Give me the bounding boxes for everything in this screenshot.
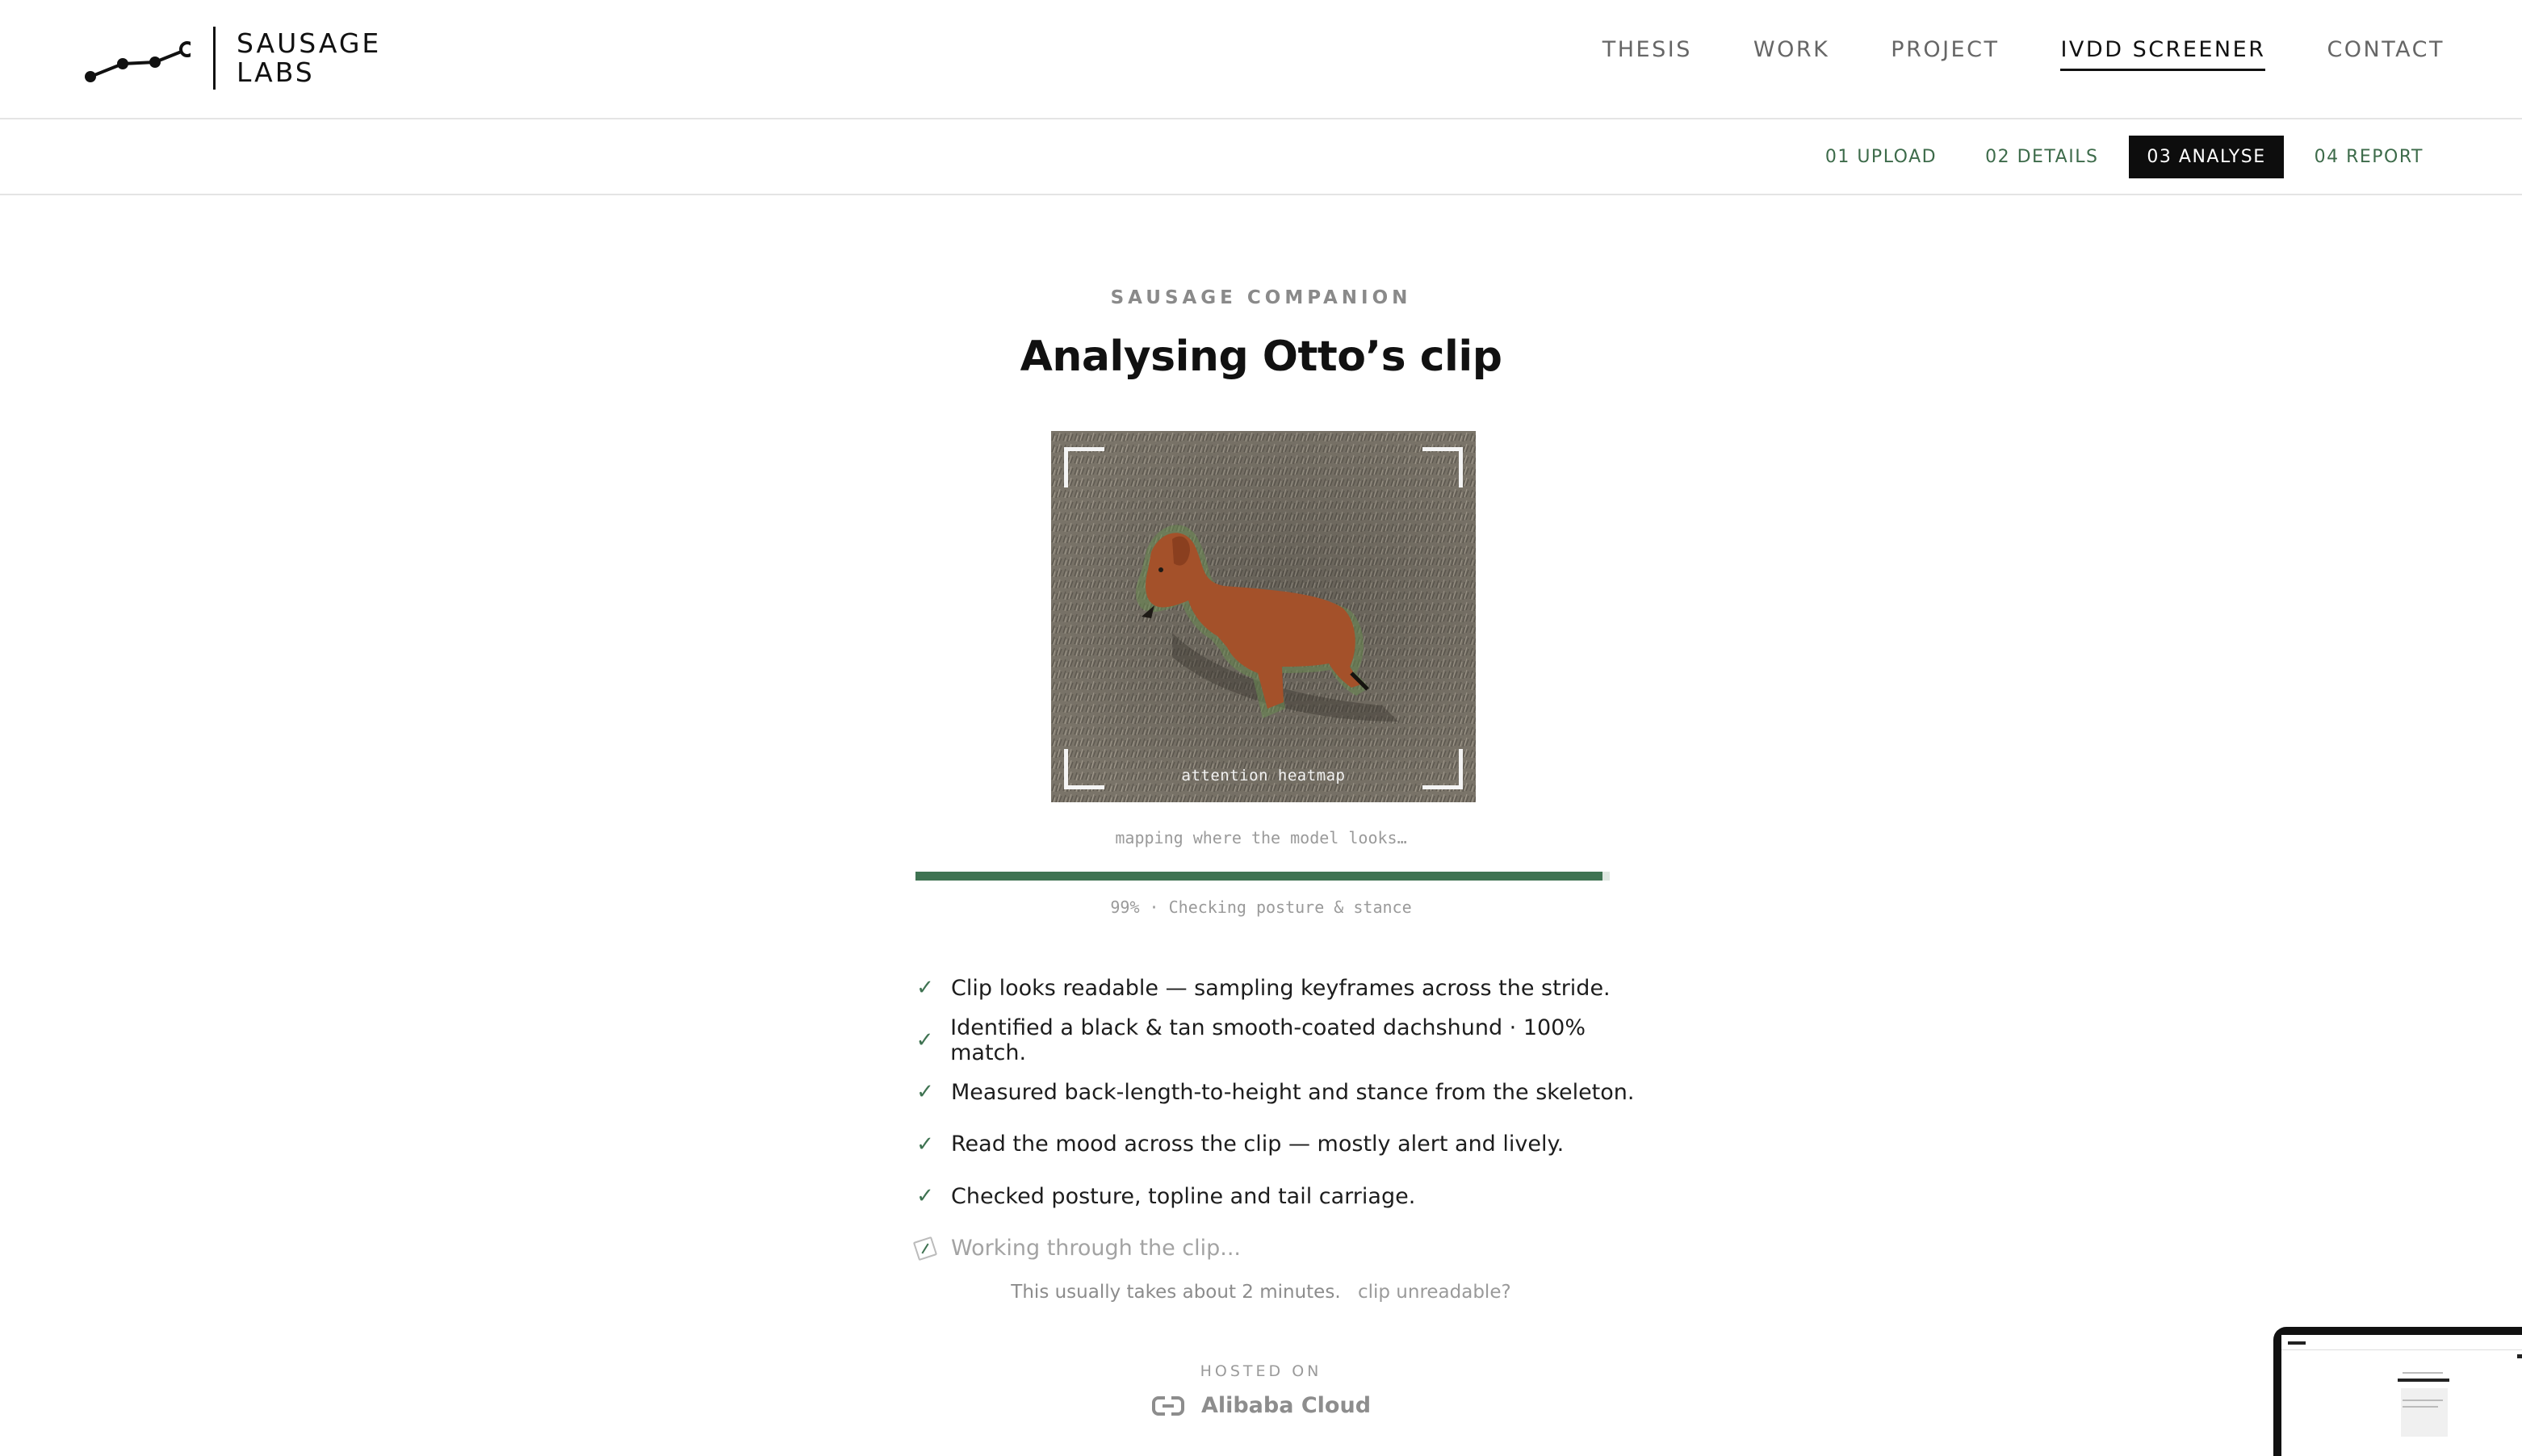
list-item: ✓ Identified a black & tan smooth-coated… <box>915 1015 1642 1067</box>
link-icon <box>1151 1395 1184 1416</box>
nav-contact[interactable]: CONTACT <box>2327 37 2444 71</box>
step-report[interactable]: 04 REPORT <box>2297 136 2441 178</box>
list-item-text: Clip looks readable — sampling keyframes… <box>951 975 1611 1001</box>
list-item-text: Identified a black & tan smooth-coated d… <box>950 1015 1586 1065</box>
pending-spinner-icon <box>912 1236 938 1261</box>
heatmap-caption: attention heatmap <box>1181 767 1346 784</box>
logo-line-2: LABS <box>237 56 315 88</box>
progress-label: 99% · Checking posture & stance <box>1110 897 1412 917</box>
clip-unreadable-link[interactable]: clip unreadable? <box>1358 1282 1511 1303</box>
list-item-text: Working through the clip... <box>951 1236 1242 1261</box>
site-header: SAUSAGE LABS THESIS WORK PROJECT IVDD SC… <box>0 0 2522 119</box>
device-preview-screen <box>2281 1335 2522 1456</box>
nav-project[interactable]: PROJECT <box>1891 37 1999 71</box>
step-analyse[interactable]: 03 ANALYSE <box>2129 136 2284 178</box>
step-details[interactable]: 02 DETAILS <box>1967 136 2116 178</box>
page-title: Analysing Otto’s clip <box>1020 333 1502 381</box>
nav-work[interactable]: WORK <box>1753 37 1829 71</box>
list-item: ✓ Checked posture, topline and tail carr… <box>915 1170 1642 1223</box>
list-item-text: Read the mood across the clip — mostly a… <box>951 1132 1565 1157</box>
checkmark-icon: ✓ <box>916 976 934 1001</box>
device-preview-thumbnail[interactable] <box>2273 1327 2522 1456</box>
list-item: ✓ Clip looks readable — sampling keyfram… <box>915 962 1642 1015</box>
hosted-brand-name: Alibaba Cloud <box>1200 1393 1372 1418</box>
checkmark-icon: ✓ <box>916 1132 934 1157</box>
hosted-brand[interactable]: Alibaba Cloud <box>0 1393 2522 1418</box>
analysis-checklist: ✓ Clip looks readable — sampling keyfram… <box>912 962 1642 1275</box>
logo-wordmark: SAUSAGE LABS <box>237 29 381 87</box>
logo-line-1: SAUSAGE <box>237 27 382 59</box>
step-bar: 01 UPLOAD 02 DETAILS 03 ANALYSE 04 REPOR… <box>0 121 2522 195</box>
logo-graph-icon <box>85 41 191 82</box>
logo[interactable]: SAUSAGE LABS <box>81 24 381 92</box>
progress-bar <box>915 872 1610 881</box>
heatmap-image <box>1051 431 1476 802</box>
checkmark-icon: ✓ <box>916 1080 934 1105</box>
main-nav: THESIS WORK PROJECT IVDD SCREENER CONTAC… <box>1541 37 2444 71</box>
progress-bar-fill <box>915 872 1603 881</box>
nav-ivdd-screener[interactable]: IVDD SCREENER <box>2060 37 2266 71</box>
eyebrow-label: SAUSAGE COMPANION <box>1110 287 1412 308</box>
hosted-on-label: HOSTED ON <box>1200 1362 1322 1380</box>
list-item-pending: Working through the clip... <box>912 1223 1642 1275</box>
nav-thesis[interactable]: THESIS <box>1602 37 1692 71</box>
list-item: ✓ Measured back-length-to-height and sta… <box>915 1066 1642 1119</box>
status-note: mapping where the model looks… <box>1115 828 1407 847</box>
step-upload[interactable]: 01 UPLOAD <box>1808 136 1954 178</box>
checkmark-icon: ✓ <box>916 1184 934 1209</box>
list-item: ✓ Read the mood across the clip — mostly… <box>915 1119 1642 1171</box>
duration-text: This usually takes about 2 minutes. <box>1011 1282 1341 1303</box>
duration-note: This usually takes about 2 minutes. clip… <box>0 1282 2522 1303</box>
list-item-text: Checked posture, topline and tail carria… <box>951 1183 1416 1209</box>
clip-preview: attention heatmap <box>1051 431 1476 802</box>
frame-corner-top-right <box>1422 447 1463 487</box>
list-item-text: Measured back-length-to-height and stanc… <box>951 1079 1635 1105</box>
logo-divider <box>213 27 216 90</box>
checkmark-icon: ✓ <box>915 1027 934 1052</box>
frame-corner-top-left <box>1064 447 1104 487</box>
